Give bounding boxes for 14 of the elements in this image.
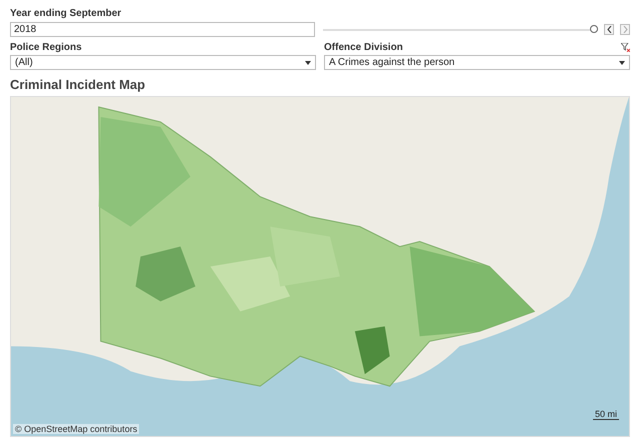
year-filter-label: Year ending September: [10, 7, 122, 20]
slider-thumb[interactable]: [590, 24, 598, 32]
dropdown-caret-icon: [619, 60, 625, 64]
year-input-field[interactable]: 2018: [10, 22, 315, 37]
clear-filter-icon[interactable]: [621, 43, 630, 52]
offence-division-label: Offence Division: [324, 41, 403, 54]
previous-button[interactable]: [604, 24, 614, 35]
map-attribution: © OpenStreetMap contributors: [13, 424, 140, 434]
map-title: Criminal Incident Map: [10, 77, 146, 92]
map-scale: 50 mi: [592, 409, 619, 420]
offence-division-dropdown[interactable]: A Crimes against the person: [324, 55, 630, 70]
police-regions-label: Police Regions: [10, 41, 82, 54]
police-regions-dropdown[interactable]: (All): [10, 55, 316, 70]
dropdown-caret-icon: [305, 60, 311, 64]
